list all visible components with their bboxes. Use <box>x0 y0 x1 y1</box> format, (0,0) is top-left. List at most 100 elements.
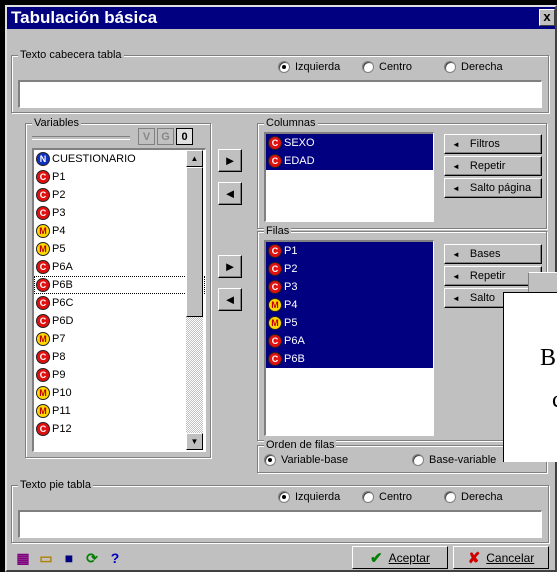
footer-align-right-radio[interactable]: Derecha <box>444 491 503 503</box>
variables-list-item[interactable]: C P3 <box>34 204 205 222</box>
help-icon[interactable]: ? <box>105 548 125 568</box>
variables-list-item[interactable]: C P1 <box>34 168 205 186</box>
popup-line-2: c <box>552 387 557 414</box>
close-button[interactable]: x <box>539 9 555 26</box>
radio-dot-icon <box>278 61 290 73</box>
variables-list-item-label: P6C <box>52 297 73 309</box>
popup-titlebar <box>528 272 557 292</box>
radio-dot-icon <box>444 61 456 73</box>
variables-list-item[interactable]: N CUESTIONARIO <box>34 150 205 168</box>
variable-type-n-icon: N <box>36 152 50 166</box>
radio-dot-icon <box>362 491 374 503</box>
variable-type-m-icon: M <box>36 404 50 418</box>
variables-list-item-label: P4 <box>52 225 65 237</box>
variables-scrollbar[interactable]: ▲ ▼ <box>186 150 203 450</box>
header-align-left-radio[interactable]: Izquierda <box>278 61 340 73</box>
variables-list-item-label: P8 <box>52 351 65 363</box>
header-align-center-radio[interactable]: Centro <box>362 61 412 73</box>
variable-type-c-icon: C <box>36 206 50 220</box>
variable-type-c-icon: C <box>268 352 282 366</box>
variable-type-c-icon: C <box>268 262 282 276</box>
rows-group-label: Filas <box>264 224 291 238</box>
rows-list-item[interactable]: C P2 <box>266 260 433 278</box>
cancel-button[interactable]: ✘ Cancelar <box>453 546 549 569</box>
filtros-button[interactable]: ◄ Filtros <box>444 134 542 154</box>
columns-list[interactable]: C SEXO C EDAD <box>264 132 434 222</box>
variables-list-item[interactable]: C P6A <box>34 258 205 276</box>
rows-list-item-label: P3 <box>284 281 297 293</box>
filter-0-button[interactable]: 0 <box>176 128 193 145</box>
variable-type-c-icon: C <box>36 422 50 436</box>
rows-list-item[interactable]: C P6A <box>266 332 433 350</box>
rows-list-item[interactable]: M P4 <box>266 296 433 314</box>
columns-list-item[interactable]: C SEXO <box>266 134 433 152</box>
columns-list-item-label: EDAD <box>284 155 315 167</box>
variables-filter-slider[interactable] <box>32 136 130 140</box>
order-variable-base-radio[interactable]: Variable-base <box>264 454 348 466</box>
row-order-group-label: Orden de filas <box>264 438 336 452</box>
variable-type-m-icon: M <box>36 242 50 256</box>
variables-list-item[interactable]: M P4 <box>34 222 205 240</box>
columns-list-item[interactable]: C EDAD <box>266 152 433 170</box>
rows-list-item[interactable]: M P5 <box>266 314 433 332</box>
filter-g-button[interactable]: G <box>157 128 174 145</box>
remove-row-button[interactable]: ◄ <box>218 288 242 311</box>
variables-list-item-label: P6A <box>52 261 73 273</box>
arrow-right-icon: ► <box>224 259 237 274</box>
header-align-right-radio[interactable]: Derecha <box>444 61 503 73</box>
remove-column-button[interactable]: ◄ <box>218 182 242 205</box>
arrow-left-icon: ◄ <box>224 292 237 307</box>
scroll-up-icon[interactable]: ▲ <box>186 150 203 167</box>
variables-list-item[interactable]: C P12 <box>34 420 205 438</box>
bases-button[interactable]: ◄ Bases <box>444 244 542 264</box>
variables-list-item[interactable]: C P9 <box>34 366 205 384</box>
columns-group-label: Columnas <box>264 116 318 130</box>
footer-align-left-radio[interactable]: Izquierda <box>278 491 340 503</box>
footer-text-input[interactable] <box>18 510 542 538</box>
variables-list-item-label: P1 <box>52 171 65 183</box>
rows-list[interactable]: C P1 C P2 C P3 M P4 M P5 C P6A C P6B <box>264 240 434 436</box>
variables-list-item[interactable]: M P11 <box>34 402 205 420</box>
footer-align-center-radio[interactable]: Centro <box>362 491 412 503</box>
variables-list-item[interactable]: C P2 <box>34 186 205 204</box>
variables-list-item-label: P2 <box>52 189 65 201</box>
rows-list-item[interactable]: C P3 <box>266 278 433 296</box>
overlay-popup: B c <box>503 292 557 462</box>
add-row-button[interactable]: ► <box>218 255 242 278</box>
add-column-button[interactable]: ► <box>218 149 242 172</box>
variables-list-item[interactable]: C P8 <box>34 348 205 366</box>
save-icon[interactable]: ■ <box>59 548 79 568</box>
footer-text-group-label: Texto pie tabla <box>18 478 93 492</box>
scroll-thumb[interactable] <box>186 167 203 317</box>
variables-list[interactable]: N CUESTIONARIO C P1 C P2 C P3 M P4 M P5 C P6A C P6B C P6C… <box>32 148 206 452</box>
variable-type-c-icon: C <box>36 368 50 382</box>
variables-list-item[interactable]: M P10 <box>34 384 205 402</box>
rows-list-item[interactable]: C P6B <box>266 350 433 368</box>
repetir-columns-button[interactable]: ◄ Repetir <box>444 156 542 176</box>
radio-dot-icon <box>264 454 276 466</box>
rows-list-item[interactable]: C P1 <box>266 242 433 260</box>
variables-list-item[interactable]: C P6B <box>34 276 205 294</box>
header-text-input[interactable] <box>18 80 542 108</box>
radio-dot-icon <box>278 491 290 503</box>
scroll-down-icon[interactable]: ▼ <box>186 433 203 450</box>
open-folder-icon[interactable]: ▭ <box>36 548 56 568</box>
order-base-variable-radio[interactable]: Base-variable <box>412 454 496 466</box>
variable-type-c-icon: C <box>268 334 282 348</box>
variables-list-item[interactable]: C P6C <box>34 294 205 312</box>
variables-list-item[interactable]: M P7 <box>34 330 205 348</box>
rows-list-item-label: P5 <box>284 317 297 329</box>
refresh-icon[interactable]: ⟳ <box>82 548 102 568</box>
variable-type-c-icon: C <box>36 296 50 310</box>
accept-button[interactable]: ✔ Aceptar <box>352 546 448 569</box>
rows-list-item-label: P1 <box>284 245 297 257</box>
variables-list-item[interactable]: M P5 <box>34 240 205 258</box>
filter-v-button[interactable]: V <box>138 128 155 145</box>
variable-type-c-icon: C <box>268 154 282 168</box>
title-bar: Tabulación básica x <box>7 7 555 29</box>
salto-pagina-button[interactable]: ◄ Salto página <box>444 178 542 198</box>
variables-list-item[interactable]: C P6D <box>34 312 205 330</box>
variables-list-item-label: P12 <box>52 423 72 435</box>
table-settings-icon[interactable]: ▦ <box>13 548 33 568</box>
triangle-left-icon: ◄ <box>452 162 460 171</box>
